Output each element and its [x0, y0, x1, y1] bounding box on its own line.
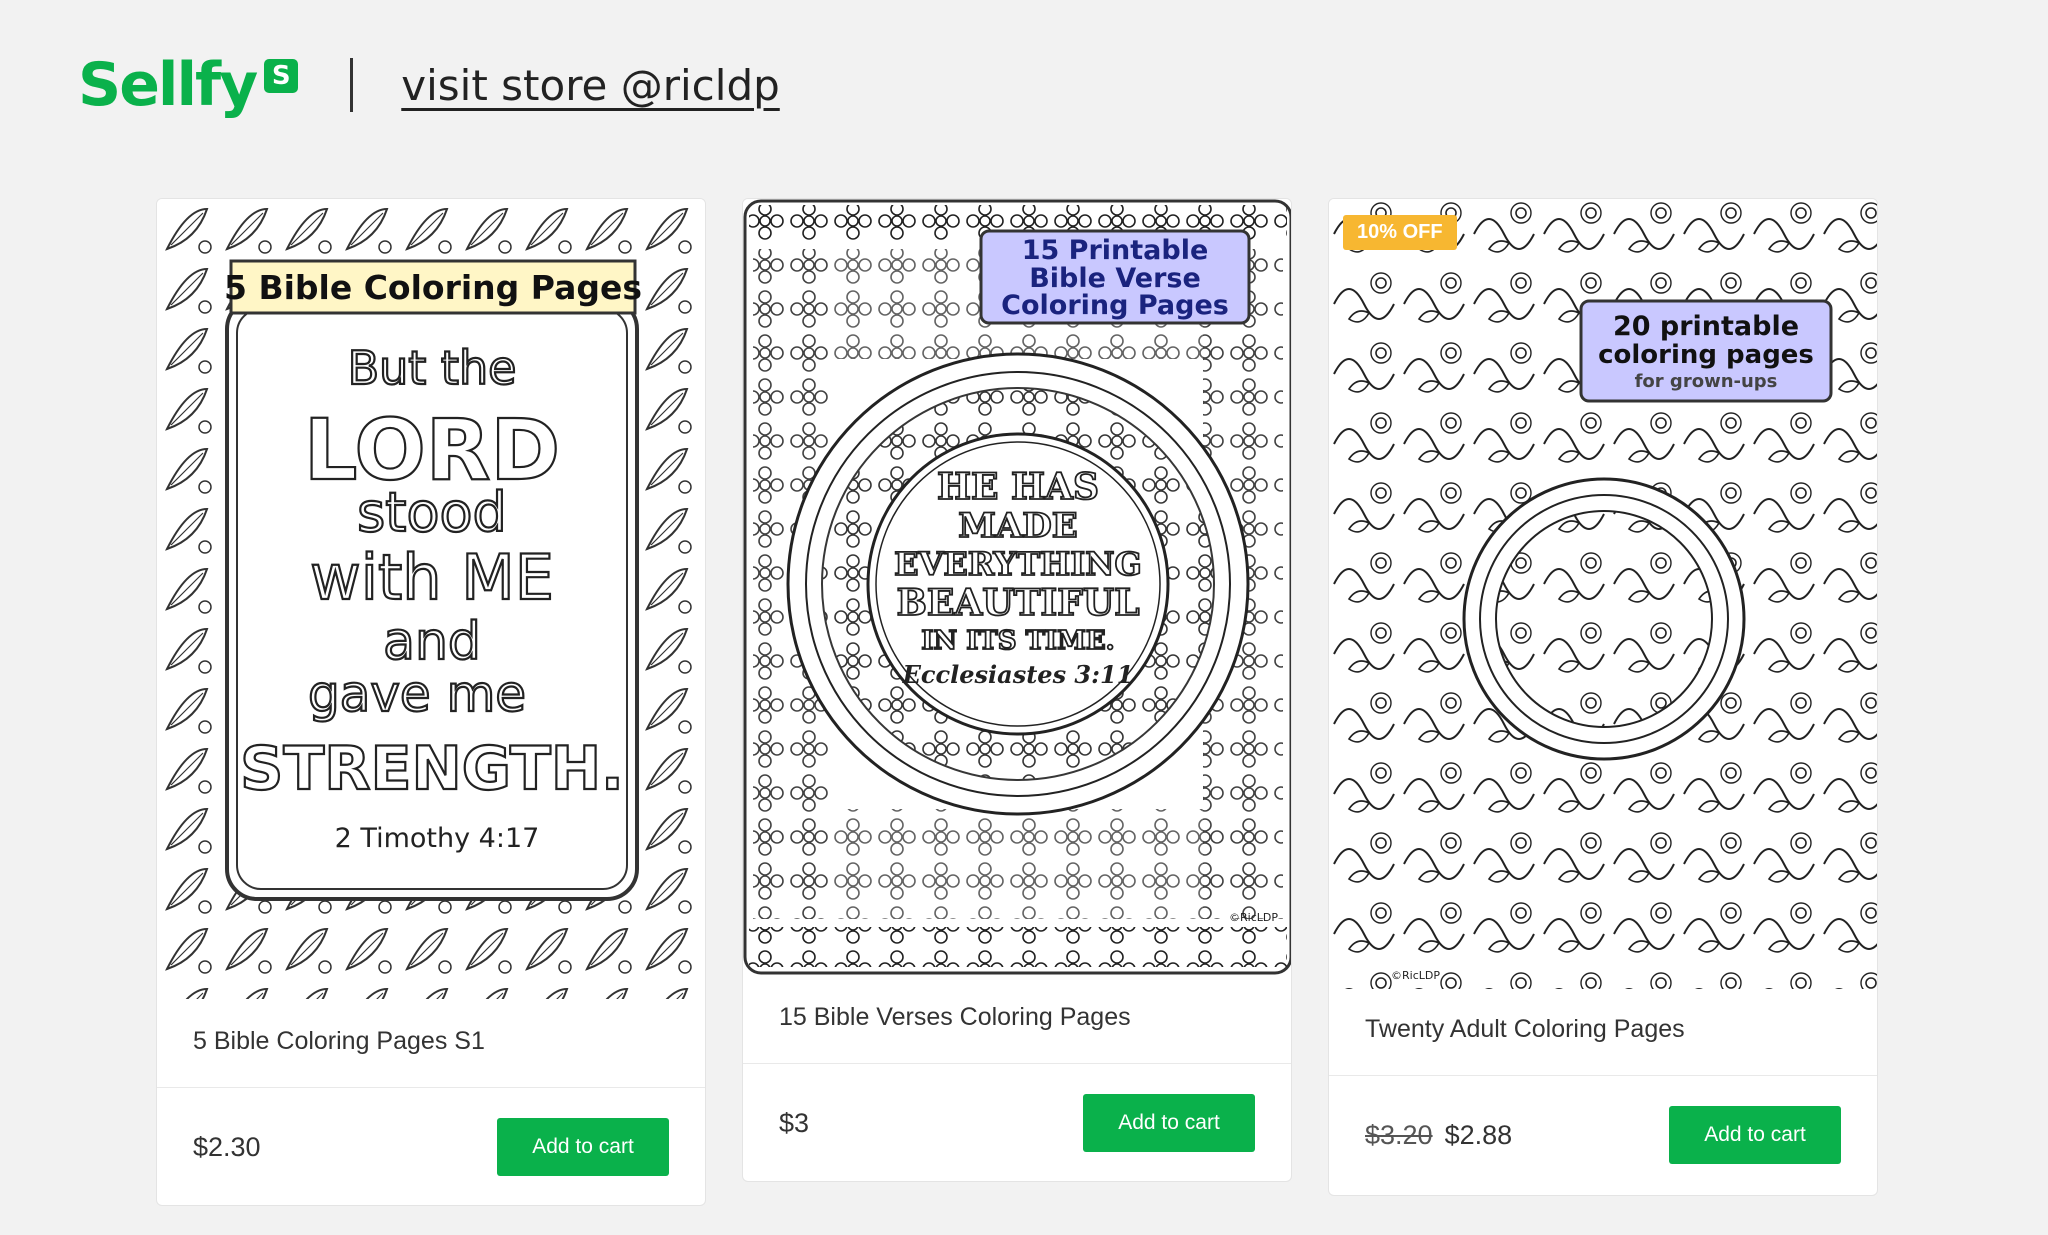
visit-store-link[interactable]: visit store @ricldp	[401, 61, 780, 110]
product-price-1: $2.30	[193, 1132, 261, 1163]
price-row-1: $2.30 Add to cart	[193, 1117, 669, 1177]
verse-line: IN ITS TIME.	[921, 626, 1114, 656]
price-value: $3	[779, 1107, 810, 1138]
image-label: 20 printable	[1613, 311, 1799, 342]
image-label: coloring pages	[1598, 340, 1814, 370]
verse-line: EVERYTHING	[894, 545, 1142, 583]
coloring-page-art-2: HE HAS MADE EVERYTHING BEAUTIFUL IN ITS …	[743, 199, 1291, 975]
image-label: 15 Printable	[1022, 235, 1209, 266]
verse-line: MADE	[958, 506, 1077, 546]
product-card-1[interactable]: But the LORD stood with ME and gave me S…	[156, 198, 706, 1206]
product-image-2[interactable]: HE HAS MADE EVERYTHING BEAUTIFUL IN ITS …	[743, 199, 1291, 975]
coloring-page-art-1: But the LORD stood with ME and gave me S…	[157, 199, 705, 999]
verse-line: STRENGTH.	[240, 734, 624, 804]
verse-line: with ME	[310, 541, 554, 614]
product-price-2: $3	[779, 1108, 809, 1139]
image-credit: ©RicLDP	[1229, 911, 1278, 924]
product-title-1[interactable]: 5 Bible Coloring Pages S1	[193, 1027, 485, 1056]
card-separator	[743, 1063, 1291, 1064]
verse-reference: 2 Timothy 4:17	[335, 823, 540, 854]
brand-badge: S	[264, 59, 299, 93]
product-image-1[interactable]: But the LORD stood with ME and gave me S…	[157, 199, 705, 999]
price-row-3: $3.20 $2.88 Add to cart	[1365, 1105, 1841, 1165]
verse-line: gave me	[308, 665, 526, 723]
discount-badge: 10% OFF	[1343, 215, 1457, 250]
brand-name: Sellfy	[78, 50, 258, 120]
verse-reference: Ecclesiastes 3:11	[902, 660, 1134, 689]
card-separator	[157, 1087, 705, 1088]
verse-line: BEAUTIFUL	[896, 582, 1139, 624]
add-to-cart-button-2[interactable]: Add to cart	[1083, 1094, 1255, 1152]
card-separator	[1329, 1075, 1877, 1076]
original-price: $3.20	[1365, 1119, 1433, 1150]
product-image-3[interactable]: ©RicLDP 20 printable coloring pages for …	[1329, 199, 1877, 989]
verse-line: stood	[357, 481, 507, 544]
add-to-cart-button-1[interactable]: Add to cart	[497, 1118, 669, 1176]
verse-line: HE HAS	[937, 466, 1099, 508]
price-value: $2.30	[193, 1131, 261, 1162]
product-title-2[interactable]: 15 Bible Verses Coloring Pages	[779, 1003, 1131, 1032]
product-card-2[interactable]: HE HAS MADE EVERYTHING BEAUTIFUL IN ITS …	[742, 198, 1292, 1182]
sellfy-logo[interactable]: Sellfy S	[78, 50, 299, 120]
product-price-3: $3.20 $2.88	[1365, 1120, 1512, 1151]
image-label: for grown-ups	[1635, 371, 1778, 392]
verse-line: But the	[348, 341, 517, 395]
price-value: $2.88	[1444, 1119, 1513, 1150]
header-divider	[350, 58, 354, 112]
product-title-3[interactable]: Twenty Adult Coloring Pages	[1365, 1015, 1685, 1044]
price-row-2: $3 Add to cart	[779, 1093, 1255, 1153]
store-header: Sellfy S visit store @ricldp	[78, 40, 780, 130]
product-card-3[interactable]: ©RicLDP 20 printable coloring pages for …	[1328, 198, 1878, 1196]
coloring-page-art-3: ©RicLDP 20 printable coloring pages for …	[1329, 199, 1877, 989]
image-label: 5 Bible Coloring Pages	[224, 268, 642, 307]
image-label: Coloring Pages	[1001, 290, 1229, 321]
image-credit: ©RicLDP	[1391, 969, 1440, 982]
verse-line: and	[383, 612, 481, 672]
add-to-cart-button-3[interactable]: Add to cart	[1669, 1106, 1841, 1164]
